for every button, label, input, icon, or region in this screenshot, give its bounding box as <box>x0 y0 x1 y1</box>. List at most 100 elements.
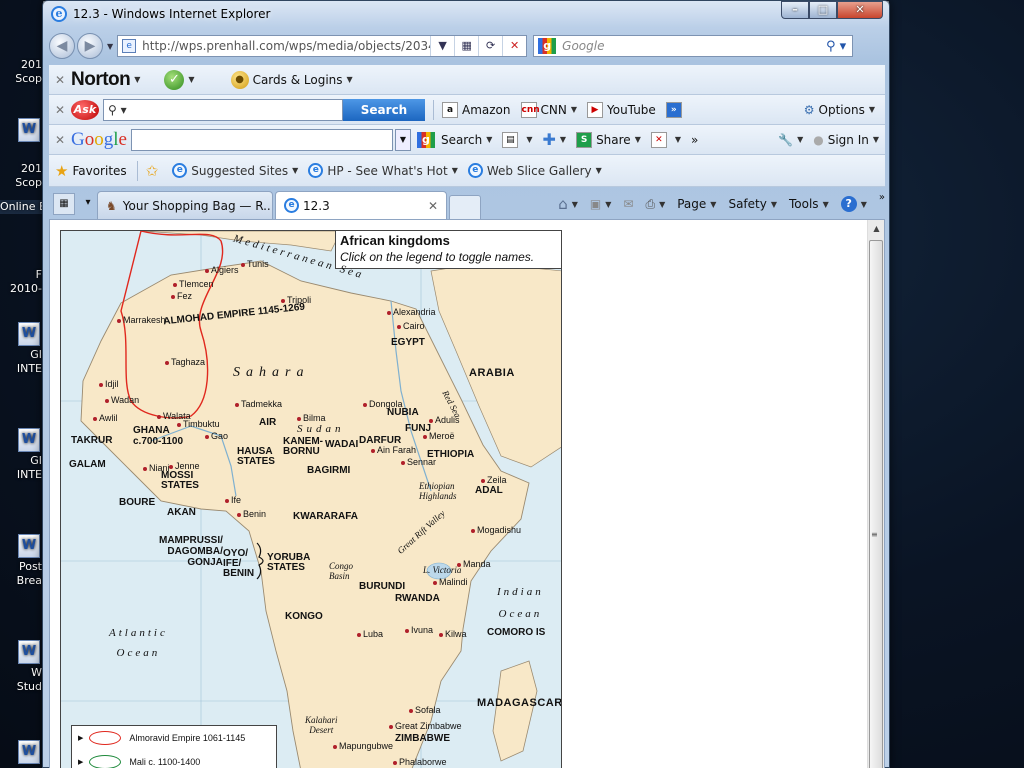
tab-12-3[interactable]: e 12.3 ✕ <box>275 191 447 219</box>
address-bar[interactable]: e http://wps.prenhall.com/wps/media/obje… <box>117 35 528 57</box>
new-tab-button[interactable] <box>449 195 481 219</box>
mail-icon: ✉ <box>623 197 634 211</box>
chevron-down-icon: ▼ <box>134 75 141 84</box>
scroll-up-arrow-icon[interactable]: ▲ <box>868 220 884 237</box>
back-button[interactable]: ◀ <box>49 33 75 59</box>
minimize-button[interactable]: – <box>781 1 809 19</box>
desktop-icon[interactable]: Online B <box>0 200 42 214</box>
legend-item-mali[interactable]: ▶ Mali c. 1100-1400 <box>72 750 276 768</box>
desktop-icon[interactable]: F 2010- <box>0 268 42 296</box>
more-links-button[interactable]: » <box>665 101 686 118</box>
quick-tabs-icon[interactable]: ▦ <box>53 193 75 215</box>
options-button[interactable]: ⚙ Options ▼ <box>804 103 875 117</box>
city-label: Tunis <box>241 259 269 269</box>
google-search-button[interactable]: g Search ▼ <box>416 131 492 148</box>
read-mail-button[interactable]: ✉ <box>623 197 633 211</box>
city-label: Fez <box>171 291 192 301</box>
google-search-input[interactable] <box>130 128 393 151</box>
google-toolbar: ✕ Google ▼ g Search ▼ ▤ ▼ ✚ ▼ S Share ▼ ✕ ▼ » 🔧… <box>49 125 885 155</box>
map-label: GHANA c.700-1100 <box>133 425 184 447</box>
city-label: Zeila <box>481 475 507 485</box>
google-translate-button[interactable]: ✕ ▼ <box>650 131 681 148</box>
forward-button[interactable]: ▶ <box>77 33 103 59</box>
search-icon[interactable]: ⚲ ▾ <box>820 39 852 54</box>
youtube-link[interactable]: ▶ YouTube <box>587 101 656 118</box>
web-slice-gallery-link[interactable]: e Web Slice Gallery ▼ <box>467 163 602 178</box>
legend-item-almoravid[interactable]: ▶ Almoravid Empire 1061-1145 <box>72 726 276 750</box>
city-label: Algiers <box>205 265 239 275</box>
city-label: Meroë <box>423 431 455 441</box>
tools-menu[interactable]: Tools ▼ <box>789 197 829 211</box>
close-toolbar-icon[interactable]: ✕ <box>49 103 71 117</box>
desktop-icon[interactable]: W GI INTE <box>0 322 42 376</box>
compatibility-view-icon[interactable]: ▦ <box>454 36 478 56</box>
amazon-link[interactable]: a Amazon <box>442 101 511 118</box>
vertical-scrollbar[interactable]: ▲ ≡ <box>867 220 884 768</box>
feeds-button[interactable]: ▣ ▼ <box>590 197 612 211</box>
ask-search-button[interactable]: Search <box>343 98 425 121</box>
title-bar[interactable]: e 12.3 - Windows Internet Explorer – □ ✕ <box>43 1 889 27</box>
map-label: ADAL <box>475 485 503 496</box>
ask-search-input[interactable]: ⚲ ▾ <box>103 98 343 121</box>
map-label: Sudan <box>297 423 345 435</box>
close-button[interactable]: ✕ <box>837 1 883 19</box>
google-search-dropdown[interactable]: ▼ <box>394 128 411 151</box>
address-url[interactable]: http://wps.prenhall.com/wps/media/object… <box>142 39 430 53</box>
map-label: AIR <box>259 417 277 428</box>
city-label: Tadmekka <box>235 399 282 409</box>
scroll-thumb[interactable] <box>869 240 883 768</box>
suggested-sites-link[interactable]: e Suggested Sites ▼ <box>172 163 298 178</box>
stop-icon[interactable]: ✕ <box>502 36 526 56</box>
cards-logins-button[interactable]: ● Cards & Logins ▼ <box>230 70 353 89</box>
hp-whats-hot-link[interactable]: e HP - See What's Hot ▼ <box>308 163 458 178</box>
help-button[interactable]: ? ▼ <box>840 196 867 212</box>
address-dropdown-icon[interactable]: ▼ <box>430 36 454 56</box>
sign-in-button[interactable]: ● Sign In ▼ <box>813 133 879 147</box>
divider <box>433 99 434 120</box>
chevron-down-icon: ▼ <box>797 135 804 144</box>
close-toolbar-icon[interactable]: ✕ <box>49 73 71 87</box>
google-extensions-button[interactable]: ✚ ▼ <box>543 130 567 149</box>
chevron-right-icon[interactable]: » <box>879 192 885 203</box>
norton-menu[interactable]: Norton ▼ <box>71 69 140 91</box>
page-menu[interactable]: Page ▼ <box>677 197 716 211</box>
ask-logo-icon[interactable]: Ask <box>71 99 99 120</box>
share-button[interactable]: S Share ▼ <box>576 131 641 148</box>
tab-list-dropdown[interactable]: ▾ <box>81 193 95 215</box>
desktop-icon[interactable]: W Post Brea <box>0 534 42 588</box>
city-label: Awlil <box>93 413 117 423</box>
close-tab-icon[interactable]: ✕ <box>418 199 438 213</box>
desktop-icon[interactable]: W <box>0 740 42 766</box>
print-button[interactable]: ⎙ ▼ <box>645 197 665 212</box>
tab-shopping-bag[interactable]: ♞ Your Shopping Bag — R... <box>97 191 273 219</box>
desktop-icon[interactable]: W W Stud <box>0 640 42 694</box>
bookmarks-icon: ▤ <box>502 131 519 148</box>
map-label: HAUSA STATES <box>237 446 275 467</box>
google-bookmarks-button[interactable]: ▤ ▼ <box>502 131 533 148</box>
desktop-icon[interactable]: W GI INTE <box>0 428 42 482</box>
wrench-button[interactable]: 🔧 ▼ <box>778 133 803 147</box>
play-icon: ▶ <box>78 759 84 766</box>
history-dropdown-icon[interactable]: ▼ <box>107 42 113 51</box>
refresh-icon[interactable]: ⟳ <box>478 36 502 56</box>
map-label: OYO/ IFE/ BENIN <box>223 548 255 579</box>
cnn-link[interactable]: cnn CNN ▼ <box>520 101 577 118</box>
chevron-down-icon: ▼ <box>710 199 717 209</box>
more-tools-button[interactable]: » <box>691 133 698 147</box>
close-toolbar-icon[interactable]: ✕ <box>49 133 71 147</box>
desktop-icon[interactable]: 201 Scop <box>0 58 42 86</box>
safety-menu[interactable]: Safety ▼ <box>728 197 777 211</box>
city-label: Timbuktu <box>177 419 220 429</box>
favorites-button[interactable]: ★ Favorites <box>55 162 127 180</box>
home-button[interactable]: ⌂ ▼ <box>558 195 578 213</box>
add-favorite-button[interactable]: ✩ <box>146 162 163 180</box>
norton-safe-web-button[interactable]: ✓ ▼ <box>164 69 195 90</box>
desktop-icon[interactable]: 201 Scop <box>0 162 42 190</box>
maximize-button[interactable]: □ <box>809 1 837 19</box>
chevron-down-icon: ▼ <box>872 135 879 144</box>
map-label: KANEM- BORNU <box>283 436 323 457</box>
back-arrow-icon: ◀ <box>56 38 68 54</box>
desktop-icon[interactable]: W <box>0 118 42 144</box>
search-box[interactable]: g Google ⚲ ▾ <box>533 35 854 57</box>
search-placeholder: Google <box>562 39 605 53</box>
